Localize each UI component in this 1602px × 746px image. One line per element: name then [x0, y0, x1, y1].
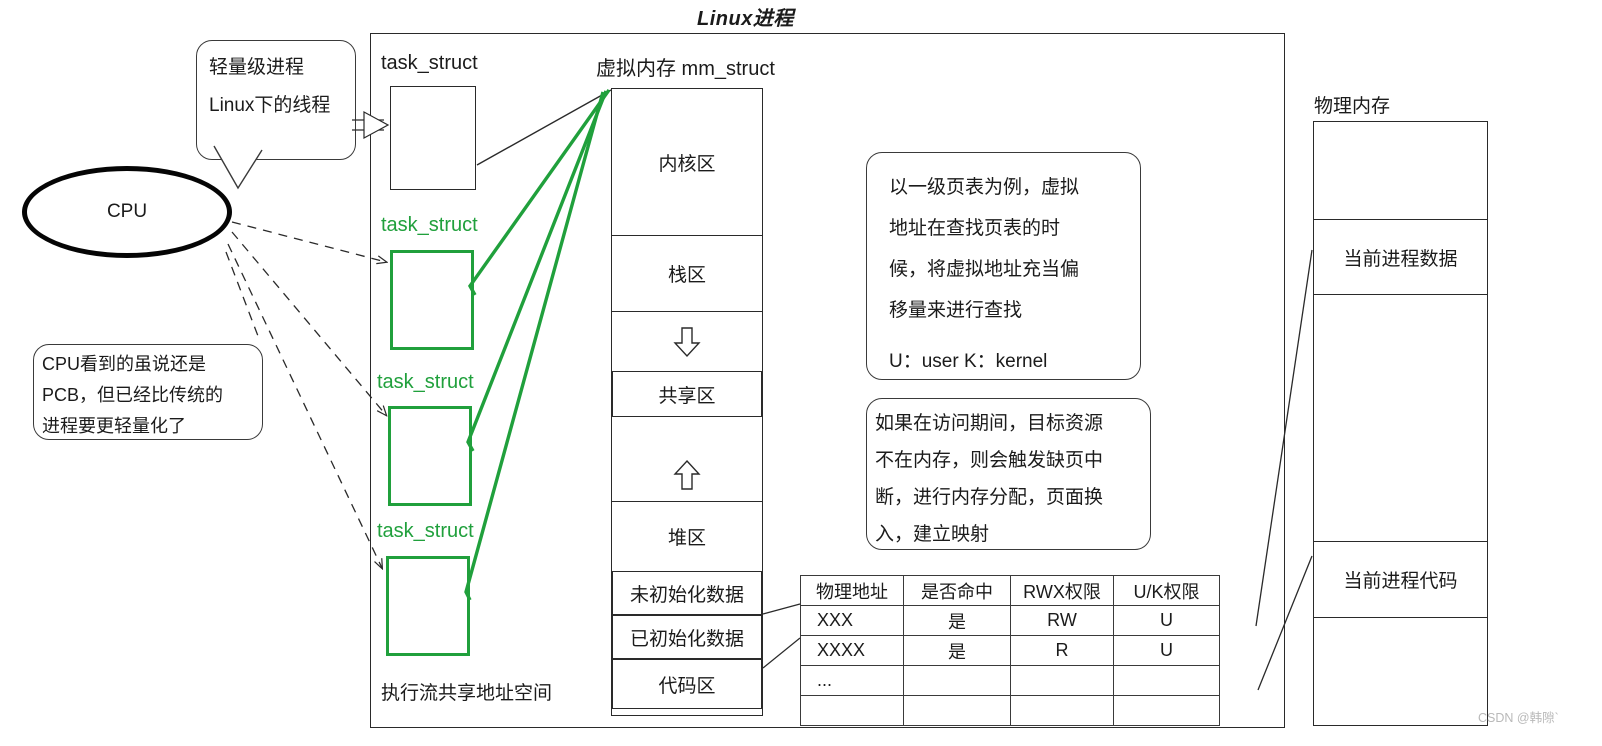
cpu-to-pcb-callout: [225, 251, 259, 337]
task-struct-label-1: task_struct: [381, 52, 478, 74]
cpu-label: CPU: [106, 201, 148, 222]
page-table: 物理地址 是否命中 RWX权限 U/K权限 XXX 是 RW U XXXX 是 …: [800, 575, 1220, 726]
vm-segment-heap-growth-gap: [612, 417, 762, 501]
callout-line: 轻量级进程: [209, 57, 305, 78]
cpu-to-task-struct-1: [231, 221, 386, 262]
page-table-cell: 是: [903, 635, 1011, 666]
task-struct-label-4: task_struct: [377, 520, 474, 542]
pm-segment-current-process-code: 当前进程代码: [1314, 542, 1487, 618]
arrow-up-icon: [673, 459, 701, 490]
callout-line: 候，将虚拟地址充当偏: [889, 259, 1080, 280]
vm-segment-kernel: 内核区: [658, 153, 716, 175]
pm-segment-free-bottom: [1314, 618, 1487, 725]
vm-segment-stack: 栈区: [612, 235, 762, 311]
page-table-cell: U: [1113, 605, 1220, 636]
page-table-cell: [903, 695, 1011, 726]
task-struct-label-3: task_struct: [377, 371, 474, 393]
vm-segment-data: 已初始化数据: [612, 615, 762, 659]
page-table-cell: [1113, 665, 1220, 696]
task-struct-label-2: task_struct: [381, 214, 478, 236]
page-table-header-cell: 物理地址: [800, 575, 904, 606]
callout-line: 移量来进行查找: [889, 300, 1023, 321]
task-struct-box-1: [390, 86, 476, 190]
page-table-cell: [1010, 695, 1114, 726]
pm-segment-free-middle: [1314, 295, 1487, 542]
task-struct-box-3: [388, 406, 472, 506]
page-table-cell: 是: [903, 605, 1011, 636]
page-table-cell: [1010, 665, 1114, 696]
vm-segment-heap: 堆区: [612, 501, 762, 571]
table-row: XXXX 是 R U: [800, 635, 1220, 666]
table-row: ...: [800, 665, 1220, 696]
callout-line: 进程要更轻量化了: [42, 416, 186, 436]
page-table-cell: XXXX: [800, 635, 904, 666]
page-table-cell: [903, 665, 1011, 696]
physical-memory-column: 当前进程数据 当前进程代码: [1313, 121, 1488, 726]
callout-page-fault-note: 如果在访问期间，目标资源 不在内存，则会触发缺页中 断，进行内存分配，页面换 入…: [866, 398, 1151, 550]
callout-page-table-note: 以一级页表为例，虚拟 地址在查找页表的时 候，将虚拟地址充当偏 移量来进行查找 …: [866, 152, 1141, 380]
page-title: Linux进程: [697, 8, 794, 30]
vm-segment-stack-growth-gap: [612, 311, 762, 371]
callout-line: 入，建立映射: [875, 524, 990, 545]
page-table-cell: R: [1010, 635, 1114, 666]
diagram-canvas: Linux进程 CPU 轻量级进程 Linux下的线程 CPU看到的虽说还是 P…: [0, 0, 1602, 746]
callout-lightweight-process: 轻量级进程 Linux下的线程: [196, 40, 356, 160]
pm-segment-free-top: [1314, 122, 1487, 220]
csdn-watermark: CSDN @韩隙`: [1478, 711, 1559, 725]
cpu-node: CPU: [22, 166, 232, 258]
virtual-memory-column: 内核区 栈区 共享区 堆区 未初始化数据 已初始化数据 代码区: [611, 88, 763, 716]
page-table-header-cell: U/K权限: [1113, 575, 1220, 606]
table-row: XXX 是 RW U: [800, 605, 1220, 636]
exec-flow-label: 执行流共享地址空间: [381, 683, 553, 704]
callout-line: 如果在访问期间，目标资源: [875, 413, 1104, 434]
physical-memory-title: 物理内存: [1314, 96, 1391, 117]
vm-segment-tail: [612, 709, 762, 715]
callout-line: 以一级页表为例，虚拟: [889, 177, 1080, 198]
callout-line: CPU看到的虽说还是: [42, 354, 207, 374]
vm-segment-shared: 共享区: [612, 371, 762, 417]
table-row: [800, 695, 1220, 726]
page-table-header-row: 物理地址 是否命中 RWX权限 U/K权限: [800, 575, 1220, 606]
page-table-cell: [1113, 695, 1220, 726]
pm-segment-current-process-data: 当前进程数据: [1314, 220, 1487, 295]
callout-pcb-note: CPU看到的虽说还是 PCB，但已经比传统的 进程要更轻量化了: [33, 344, 263, 440]
arrow-down-icon: [673, 326, 701, 357]
callout-line: 地址在查找页表的时: [889, 218, 1061, 239]
task-struct-box-2: [390, 250, 474, 350]
page-table-cell: XXX: [800, 605, 904, 636]
page-table-cell: ...: [800, 665, 904, 696]
page-table-header-cell: 是否命中: [903, 575, 1011, 606]
callout-line: 不在内存，则会触发缺页中: [875, 450, 1104, 471]
callout-footer: U：user K：kernel: [889, 351, 1048, 372]
vm-segment-text: 代码区: [612, 659, 762, 709]
callout-line: PCB，但已经比传统的: [42, 385, 224, 405]
page-table-header-cell: RWX权限: [1010, 575, 1114, 606]
task-struct-box-4: [386, 556, 470, 656]
virtual-memory-title: 虚拟内存 mm_struct: [596, 58, 775, 80]
vm-segment-bss: 未初始化数据: [612, 571, 762, 615]
callout-line: Linux下的线程: [209, 95, 331, 116]
page-table-cell: RW: [1010, 605, 1114, 636]
page-table-cell: [800, 695, 904, 726]
page-table-cell: U: [1113, 635, 1220, 666]
callout-line: 断，进行内存分配，页面换: [875, 487, 1104, 508]
